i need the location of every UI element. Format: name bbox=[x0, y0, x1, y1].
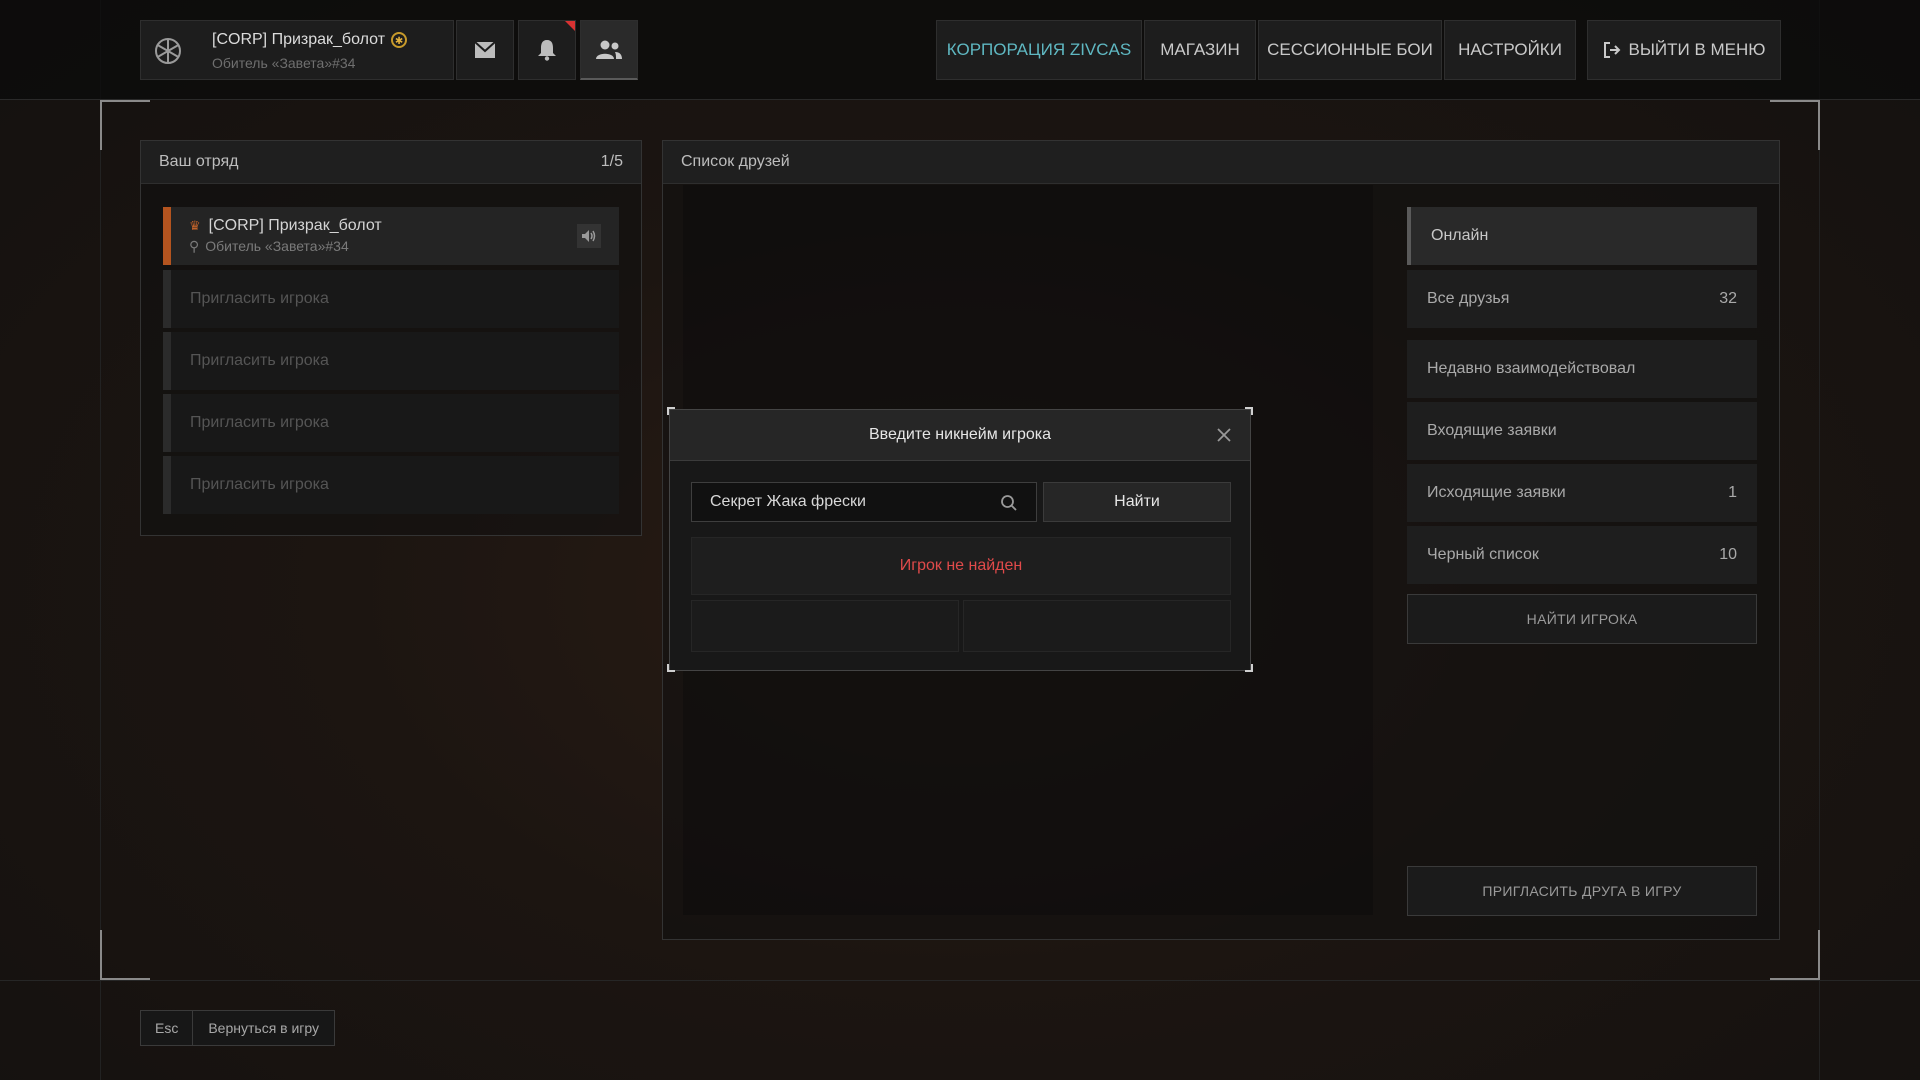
leader-name-row: ♛ [CORP] Призрак_болот bbox=[189, 217, 382, 235]
invite-slot[interactable]: Пригласить игрока bbox=[163, 394, 619, 452]
friends-button[interactable] bbox=[580, 20, 638, 80]
category-label: Онлайн bbox=[1431, 227, 1489, 244]
category-count: 1 bbox=[1728, 484, 1737, 501]
nav-session-battles[interactable]: СЕССИОННЫЕ БОИ bbox=[1258, 20, 1442, 80]
nickname-search-input[interactable]: Секрет Жака фрески bbox=[691, 482, 1037, 522]
friends-category-outgoing[interactable]: Исходящие заявки 1 bbox=[1407, 464, 1757, 522]
squad-title: Ваш отряд bbox=[159, 153, 239, 170]
footer-divider bbox=[0, 980, 1920, 981]
notification-indicator bbox=[565, 21, 575, 31]
frame-line-right bbox=[1819, 0, 1820, 1080]
esc-key: Esc bbox=[141, 1011, 194, 1045]
nav-shop[interactable]: МАГАЗИН bbox=[1144, 20, 1256, 80]
invite-friend-button[interactable]: ПРИГЛАСИТЬ ДРУГА В ИГРУ bbox=[1407, 866, 1757, 916]
search-input-value: Секрет Жака фрески bbox=[710, 493, 866, 510]
mail-icon bbox=[474, 41, 496, 58]
invite-slot[interactable]: Пригласить игрока bbox=[163, 332, 619, 390]
mail-button[interactable] bbox=[456, 20, 514, 80]
result-empty-cell bbox=[691, 600, 959, 652]
notifications-button[interactable] bbox=[518, 20, 576, 80]
exit-to-menu-button[interactable]: ВЫЙТИ В МЕНЮ bbox=[1587, 20, 1781, 80]
exit-icon bbox=[1603, 42, 1620, 58]
friends-category-all[interactable]: Все друзья 32 bbox=[1407, 270, 1757, 328]
dialog-title: Введите никнейм игрока bbox=[868, 426, 1051, 443]
friends-title: Список друзей bbox=[681, 153, 790, 170]
leader-location: Обитель «Завета»#34 bbox=[205, 238, 349, 254]
voice-toggle[interactable] bbox=[577, 224, 601, 248]
friends-icon bbox=[596, 40, 622, 59]
profile-name: [CORP] Призрак_болот bbox=[212, 31, 386, 48]
close-icon[interactable] bbox=[1214, 425, 1234, 445]
crown-icon: ♛ bbox=[189, 218, 201, 233]
category-label: Все друзья bbox=[1427, 290, 1510, 307]
category-count: 32 bbox=[1719, 290, 1737, 307]
invite-slot[interactable]: Пригласить игрока bbox=[163, 270, 619, 328]
category-label: Черный список bbox=[1427, 546, 1539, 563]
bell-icon bbox=[538, 40, 556, 61]
squad-slot-leader[interactable]: ♛ [CORP] Призрак_болот ⚲ Обитель «Завета»#… bbox=[163, 207, 619, 265]
dialog-corner-marker bbox=[1245, 664, 1253, 672]
category-count: 10 bbox=[1719, 546, 1737, 563]
find-player-button[interactable]: НАЙТИ ИГРОКА bbox=[1407, 594, 1757, 644]
back-to-game-hint[interactable]: Esc Вернуться в игру bbox=[140, 1010, 336, 1046]
frame-line-left bbox=[100, 0, 101, 1080]
friends-category-online[interactable]: Онлайн bbox=[1407, 207, 1757, 265]
exit-to-menu-label: ВЫЙТИ В МЕНЮ bbox=[1628, 40, 1766, 59]
location-pin-icon: ⚲ bbox=[189, 238, 200, 254]
category-label: Входящие заявки bbox=[1427, 422, 1557, 439]
category-label: Недавно взаимодействовал bbox=[1427, 360, 1636, 377]
rank-badge-icon: ✱ bbox=[391, 31, 408, 48]
leader-location-row: ⚲ Обитель «Завета»#34 bbox=[189, 238, 349, 255]
result-empty-cell bbox=[963, 600, 1231, 652]
dialog-corner-marker bbox=[667, 407, 675, 415]
profile-name-row: [CORP] Призрак_болот ✱ bbox=[212, 31, 408, 49]
search-icon bbox=[1001, 495, 1017, 511]
squad-header: Ваш отряд 1/5 bbox=[141, 141, 641, 184]
back-to-game-label: Вернуться в игру bbox=[208, 1020, 320, 1036]
invite-slot[interactable]: Пригласить игрока bbox=[163, 456, 619, 514]
find-button[interactable]: Найти bbox=[1043, 482, 1231, 522]
dialog-header: Введите никнейм игрока bbox=[670, 410, 1250, 461]
search-result-message: Игрок не найден bbox=[691, 537, 1231, 595]
frame-corner-bl bbox=[100, 930, 150, 980]
dialog-corner-marker bbox=[667, 664, 675, 672]
profile-card[interactable]: [CORP] Призрак_болот ✱ Обитель «Завета»#3… bbox=[140, 20, 454, 80]
friends-header: Список друзей bbox=[663, 141, 1779, 184]
profile-tag: Обитель «Завета»#34 bbox=[212, 55, 356, 71]
friends-category-blacklist[interactable]: Черный список 10 bbox=[1407, 526, 1757, 584]
friends-category-recent[interactable]: Недавно взаимодействовал bbox=[1407, 340, 1757, 398]
nav-corporation[interactable]: КОРПОРАЦИЯ ZIVCAS bbox=[936, 20, 1142, 80]
leader-name: [CORP] Призрак_болот bbox=[208, 217, 382, 234]
corp-logo-icon bbox=[155, 38, 181, 64]
nav-settings[interactable]: НАСТРОЙКИ bbox=[1444, 20, 1576, 80]
friends-category-incoming[interactable]: Входящие заявки bbox=[1407, 402, 1757, 460]
find-player-dialog: Введите никнейм игрока Секрет Жака фреск… bbox=[669, 409, 1251, 671]
category-label: Исходящие заявки bbox=[1427, 484, 1566, 501]
speaker-icon bbox=[582, 230, 596, 242]
squad-count: 1/5 bbox=[600, 153, 623, 170]
dialog-corner-marker bbox=[1245, 407, 1253, 415]
